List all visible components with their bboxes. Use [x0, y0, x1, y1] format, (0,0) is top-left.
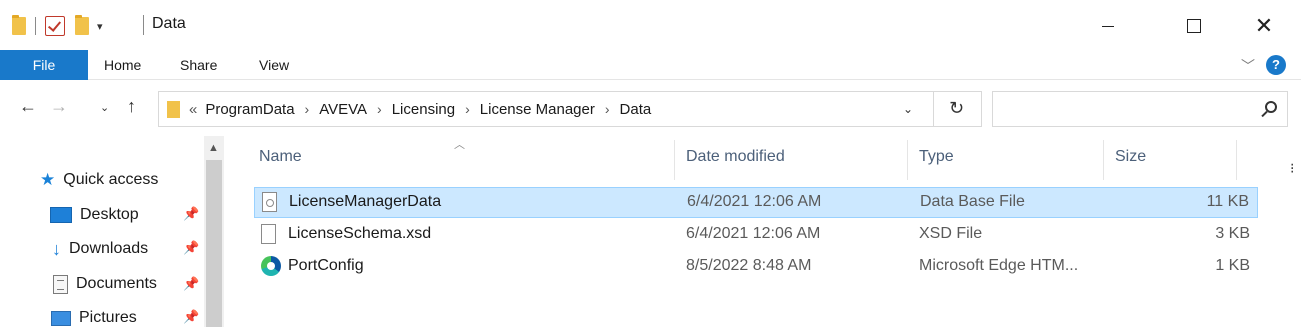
nav-item-pictures[interactable]: Pictures	[51, 303, 137, 327]
file-name: LicenseManagerData	[289, 193, 442, 210]
up-button[interactable]: ↑	[127, 96, 136, 117]
tab-view[interactable]: View	[259, 50, 289, 80]
pin-icon: 📌	[183, 309, 200, 324]
file-size: 11 KB	[1206, 193, 1249, 210]
file-type: Data Base File	[920, 193, 1025, 210]
scroll-up-icon[interactable]: ▲	[208, 142, 219, 154]
maximize-button[interactable]	[1171, 8, 1217, 44]
breadcrumb-item[interactable]: ProgramData	[205, 101, 294, 118]
pin-icon: 📌	[183, 240, 200, 255]
column-header-name[interactable]: Name	[259, 148, 302, 166]
refresh-icon[interactable]: ↻	[949, 98, 964, 119]
navigation-scrollbar[interactable]: ▲	[204, 136, 224, 327]
file-row[interactable]: LicenseSchema.xsd 6/4/2021 12:06 AM XSD …	[254, 220, 1258, 251]
tab-share[interactable]: Share	[180, 50, 217, 80]
breadcrumb-chevron-icon[interactable]: ›	[605, 101, 610, 118]
quick-access-toolbar: ▾	[12, 14, 103, 38]
column-header-type[interactable]: Type	[919, 148, 954, 166]
customize-toolbar-dropdown-icon[interactable]: ▾	[97, 20, 103, 33]
file-date-modified: 8/5/2022 8:48 AM	[686, 257, 812, 274]
properties-icon[interactable]	[45, 16, 65, 36]
file-type: Microsoft Edge HTM...	[919, 257, 1079, 274]
database-file-icon	[262, 192, 277, 217]
breadcrumb-overflow[interactable]: «	[189, 101, 197, 118]
help-icon[interactable]: ?	[1266, 55, 1286, 75]
breadcrumb-chevron-icon[interactable]: ›	[305, 101, 310, 118]
address-divider	[933, 92, 934, 126]
title-separator	[143, 15, 144, 35]
nav-item-desktop[interactable]: Desktop	[50, 200, 139, 230]
scrollbar-thumb[interactable]	[206, 160, 222, 327]
pictures-icon	[51, 310, 71, 326]
edge-icon	[261, 256, 281, 281]
file-date-modified: 6/4/2021 12:06 AM	[687, 193, 822, 210]
file-name: LicenseSchema.xsd	[288, 225, 432, 242]
tab-home[interactable]: Home	[104, 50, 141, 80]
column-divider[interactable]	[674, 140, 675, 180]
sort-ascending-icon: ︿	[454, 139, 465, 151]
column-divider[interactable]	[1103, 140, 1104, 180]
file-date-modified: 6/4/2021 12:06 AM	[686, 225, 821, 242]
navigation-pane: ★ Quick access Desktop 📌 ↓ Downloads 📌 D…	[0, 136, 226, 327]
recent-locations-dropdown[interactable]: ⌄	[100, 101, 109, 114]
breadcrumb-item[interactable]: AVEVA	[319, 101, 367, 118]
address-bar[interactable]: « ProgramData › AVEVA › Licensing › Lice…	[158, 91, 982, 127]
nav-item-label: Documents	[76, 275, 157, 292]
nav-item-label: Pictures	[79, 309, 137, 326]
file-list: Name ︿ Date modified Type Size LicenseMa…	[226, 136, 1301, 327]
back-button[interactable]: ←	[19, 96, 37, 117]
breadcrumb-item[interactable]: Data	[620, 101, 652, 118]
nav-item-label: Downloads	[69, 240, 149, 257]
file-row[interactable]: LicenseManagerData 6/4/2021 12:06 AM Dat…	[254, 187, 1258, 218]
expand-ribbon-chevron-icon[interactable]: ﹀	[1241, 56, 1255, 76]
nav-item-documents[interactable]: Documents	[53, 269, 157, 299]
column-divider[interactable]	[907, 140, 908, 180]
xsd-file-icon	[261, 224, 276, 249]
nav-item-label: Desktop	[80, 206, 139, 223]
minimize-button[interactable]	[1085, 8, 1131, 44]
file-type: XSD File	[919, 225, 983, 242]
search-icon[interactable]	[1265, 101, 1277, 113]
nav-item-downloads[interactable]: ↓ Downloads	[52, 234, 148, 264]
new-folder-icon[interactable]	[75, 15, 89, 35]
file-name: PortConfig	[288, 257, 364, 274]
navigation-bar: ← → ⌄ ↑ « ProgramData › AVEVA › Licensin…	[0, 80, 1301, 136]
breadcrumb-chevron-icon[interactable]: ›	[465, 101, 470, 118]
close-button[interactable]: ✕	[1241, 8, 1287, 44]
search-input[interactable]	[992, 91, 1288, 127]
column-header-date-modified[interactable]: Date modified	[686, 148, 785, 166]
minimize-icon	[1102, 25, 1114, 27]
tab-file[interactable]: File	[0, 50, 88, 80]
breadcrumb-item[interactable]: License Manager	[480, 101, 595, 118]
breadcrumb: « ProgramData › AVEVA › Licensing › Lice…	[189, 101, 651, 118]
nav-item-quick-access[interactable]: ★ Quick access	[40, 165, 158, 195]
nav-item-label: Quick access	[63, 171, 159, 188]
maximize-icon	[1187, 19, 1201, 33]
address-history-dropdown-icon[interactable]: ⌄	[903, 102, 913, 116]
close-icon: ✕	[1254, 13, 1274, 38]
column-header-size[interactable]: Size	[1115, 148, 1146, 166]
documents-icon	[53, 274, 68, 294]
ribbon: File Home Share View ﹀ ?	[0, 50, 1301, 80]
downloads-icon: ↓	[52, 238, 61, 259]
column-divider[interactable]	[1236, 140, 1237, 180]
title-bar: ▾ Data ✕	[0, 0, 1301, 50]
toolbar-separator	[35, 17, 36, 35]
star-icon: ★	[40, 170, 56, 189]
forward-button[interactable]: →	[50, 96, 68, 117]
breadcrumb-chevron-icon[interactable]: ›	[377, 101, 382, 118]
file-size: 1 KB	[1215, 257, 1250, 274]
window-title: Data	[152, 15, 186, 32]
breadcrumb-item[interactable]: Licensing	[392, 101, 455, 118]
folder-icon	[167, 101, 180, 118]
file-row[interactable]: PortConfig 8/5/2022 8:48 AM Microsoft Ed…	[254, 252, 1258, 283]
folder-icon[interactable]	[12, 15, 26, 35]
pin-icon: 📌	[183, 276, 200, 291]
desktop-icon	[50, 207, 72, 223]
file-size: 3 KB	[1215, 225, 1250, 242]
pin-icon: 📌	[183, 206, 200, 221]
window-edge-handle: ⁝	[1290, 160, 1295, 176]
